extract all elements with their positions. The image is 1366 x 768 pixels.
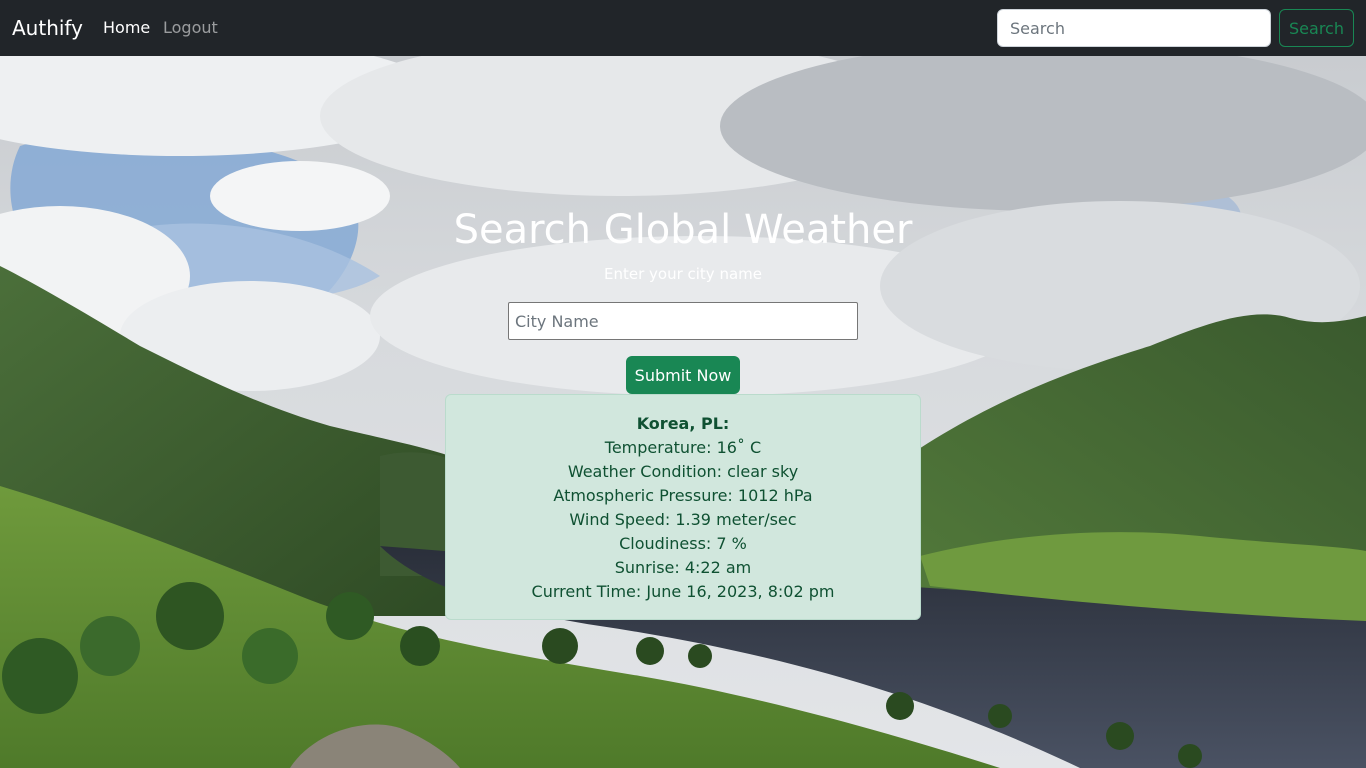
weather-temperature: Temperature: 16˚ C [604,438,762,457]
navbar: Authify Home Logout Search [0,0,1366,56]
navbar-search-button[interactable]: Search [1279,9,1354,47]
nav-link-home[interactable]: Home [103,17,150,39]
weather-result-card: Korea, PL: Temperature: 16˚ C Weather Co… [445,394,921,620]
nav-link-logout[interactable]: Logout [163,17,218,39]
submit-button[interactable]: Submit Now [626,356,740,394]
weather-cloudiness: Cloudiness: 7 % [619,534,747,553]
weather-condition: Weather Condition: clear sky [567,462,799,481]
weather-sunrise: Sunrise: 4:22 am [614,558,752,577]
weather-pressure: Atmospheric Pressure: 1012 hPa [553,486,813,505]
weather-location: Korea, PL: [636,414,730,433]
navbar-search-input[interactable] [997,9,1271,47]
brand-logo[interactable]: Authify [12,14,83,42]
weather-wind-speed: Wind Speed: 1.39 meter/sec [569,510,797,529]
page-title: Search Global Weather [453,207,913,253]
city-name-input[interactable] [508,302,858,340]
weather-current-time: Current Time: June 16, 2023, 8:02 pm [531,582,835,601]
page-subtitle: Enter your city name [603,265,762,283]
